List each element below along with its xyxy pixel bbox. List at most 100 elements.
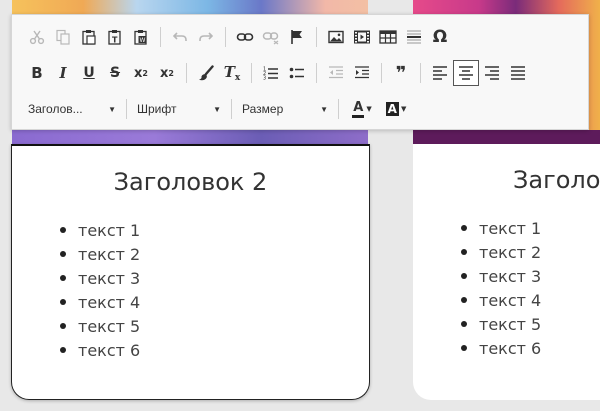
align-justify-icon bbox=[511, 66, 525, 80]
card-title[interactable]: Заголовок 2 bbox=[12, 168, 369, 196]
align-left-icon bbox=[433, 66, 447, 80]
list-item[interactable]: текст 4 bbox=[461, 289, 541, 313]
link-button[interactable] bbox=[232, 24, 258, 50]
horizontal-rule-icon bbox=[407, 30, 421, 44]
card-title[interactable]: Заголо bbox=[513, 166, 600, 194]
video-button[interactable] bbox=[349, 24, 375, 50]
chevron-down-icon: ▼ bbox=[213, 104, 221, 114]
subscript-button[interactable]: x2 bbox=[128, 60, 154, 86]
chevron-down-icon: ▼ bbox=[320, 104, 328, 114]
table-button[interactable] bbox=[375, 24, 401, 50]
chevron-down-icon: ▼ bbox=[108, 104, 116, 114]
superscript-button[interactable]: x2 bbox=[154, 60, 180, 86]
list-item[interactable]: текст 6 bbox=[60, 339, 140, 363]
toolbar-separator bbox=[338, 99, 339, 119]
bulleted-list-button[interactable] bbox=[284, 60, 310, 86]
toolbar-separator bbox=[186, 63, 187, 83]
format-painter-button[interactable] bbox=[193, 60, 219, 86]
undo-icon bbox=[172, 32, 187, 41]
list-item[interactable]: текст 1 bbox=[461, 217, 541, 241]
card-list[interactable]: текст 1 текст 2 текст 3 текст 4 текст 5 … bbox=[461, 217, 541, 361]
copy-button[interactable] bbox=[50, 24, 76, 50]
svg-text:W: W bbox=[140, 37, 146, 44]
format-dropdown[interactable]: Заголов... ▼ bbox=[24, 98, 120, 120]
quote-icon: ❞ bbox=[395, 62, 407, 84]
align-center-icon bbox=[459, 66, 473, 80]
list-item[interactable]: текст 1 bbox=[60, 219, 140, 243]
align-right-button[interactable] bbox=[479, 60, 505, 86]
image-button[interactable] bbox=[323, 24, 349, 50]
list-item[interactable]: текст 3 bbox=[461, 265, 541, 289]
format-dropdown-label: Заголов... bbox=[28, 102, 83, 116]
anchor-button[interactable] bbox=[284, 24, 310, 50]
copy-icon bbox=[56, 29, 70, 45]
toolbar-separator bbox=[126, 99, 127, 119]
paste-word-button[interactable]: W bbox=[128, 24, 154, 50]
toolbar-separator bbox=[251, 63, 252, 83]
bullet-icon bbox=[60, 275, 66, 281]
unlink-button[interactable] bbox=[258, 24, 284, 50]
special-char-button[interactable]: Ω bbox=[427, 24, 453, 50]
bullet-icon bbox=[60, 347, 66, 353]
bullet-icon bbox=[60, 227, 66, 233]
toolbar-separator bbox=[225, 27, 226, 47]
list-item[interactable]: текст 5 bbox=[461, 313, 541, 337]
strikethrough-button[interactable]: S bbox=[102, 60, 128, 86]
size-dropdown[interactable]: Размер ▼ bbox=[238, 98, 332, 120]
bullet-icon bbox=[60, 251, 66, 257]
brush-icon bbox=[199, 65, 214, 81]
redo-icon bbox=[199, 32, 214, 41]
redo-button[interactable] bbox=[193, 24, 219, 50]
outdent-icon bbox=[329, 66, 343, 79]
list-item[interactable]: текст 5 bbox=[60, 315, 140, 339]
underline-button[interactable]: U bbox=[76, 60, 102, 86]
bulleted-list-icon bbox=[289, 67, 304, 79]
content-card-left[interactable]: Заголовок 2 текст 1 текст 2 текст 3 текс… bbox=[11, 144, 370, 400]
svg-text:T: T bbox=[112, 36, 118, 45]
toolbar-row-3: Заголов... ▼ Шрифт ▼ Размер ▼ A ▼ A ▼ bbox=[24, 95, 413, 123]
italic-button[interactable]: I bbox=[50, 60, 76, 86]
omega-icon: Ω bbox=[432, 27, 448, 47]
outdent-button[interactable] bbox=[323, 60, 349, 86]
font-dropdown[interactable]: Шрифт ▼ bbox=[133, 98, 225, 120]
card-image-left-strip bbox=[12, 130, 368, 145]
undo-button[interactable] bbox=[167, 24, 193, 50]
numbered-list-button[interactable]: 123 bbox=[258, 60, 284, 86]
bullet-icon bbox=[461, 249, 467, 255]
paste-text-button[interactable]: T bbox=[102, 24, 128, 50]
unlink-icon bbox=[262, 32, 279, 45]
toolbar-separator bbox=[316, 27, 317, 47]
bold-button[interactable]: B bbox=[24, 60, 50, 86]
toolbar-row-2: B I U S x2 x2 Tx 123 ❞ bbox=[24, 59, 531, 87]
paste-button[interactable] bbox=[76, 24, 102, 50]
list-item[interactable]: текст 2 bbox=[60, 243, 140, 267]
indent-button[interactable] bbox=[349, 60, 375, 86]
list-item[interactable]: текст 4 bbox=[60, 291, 140, 315]
list-item[interactable]: текст 6 bbox=[461, 337, 541, 361]
align-center-button[interactable] bbox=[453, 60, 479, 86]
font-dropdown-label: Шрифт bbox=[137, 102, 177, 116]
clear-format-button[interactable]: Tx bbox=[219, 60, 245, 86]
blockquote-button[interactable]: ❞ bbox=[388, 60, 414, 86]
align-justify-button[interactable] bbox=[505, 60, 531, 86]
card-list[interactable]: текст 1 текст 2 текст 3 текст 4 текст 5 … bbox=[60, 219, 140, 363]
bullet-icon bbox=[461, 297, 467, 303]
cut-button[interactable] bbox=[24, 24, 50, 50]
paste-text-icon: T bbox=[108, 30, 121, 45]
numbered-list-icon: 123 bbox=[263, 67, 278, 81]
align-left-button[interactable] bbox=[427, 60, 453, 86]
indent-icon bbox=[355, 66, 369, 79]
toolbar-row-1: T W Ω bbox=[24, 23, 453, 51]
text-color-button[interactable]: A ▼ bbox=[345, 98, 379, 120]
clear-format-icon: Tx bbox=[223, 63, 241, 83]
horizontal-rule-button[interactable] bbox=[401, 24, 427, 50]
list-item[interactable]: текст 3 bbox=[60, 267, 140, 291]
list-item[interactable]: текст 2 bbox=[461, 241, 541, 265]
toolbar-separator bbox=[316, 63, 317, 83]
content-card-right[interactable]: Заголо текст 1 текст 2 текст 3 текст 4 т… bbox=[413, 144, 600, 400]
bullet-icon bbox=[461, 345, 467, 351]
background-color-button[interactable]: A ▼ bbox=[379, 98, 413, 120]
size-dropdown-label: Размер bbox=[242, 102, 284, 116]
paste-word-icon: W bbox=[134, 30, 147, 45]
chevron-down-icon: ▼ bbox=[366, 105, 372, 113]
